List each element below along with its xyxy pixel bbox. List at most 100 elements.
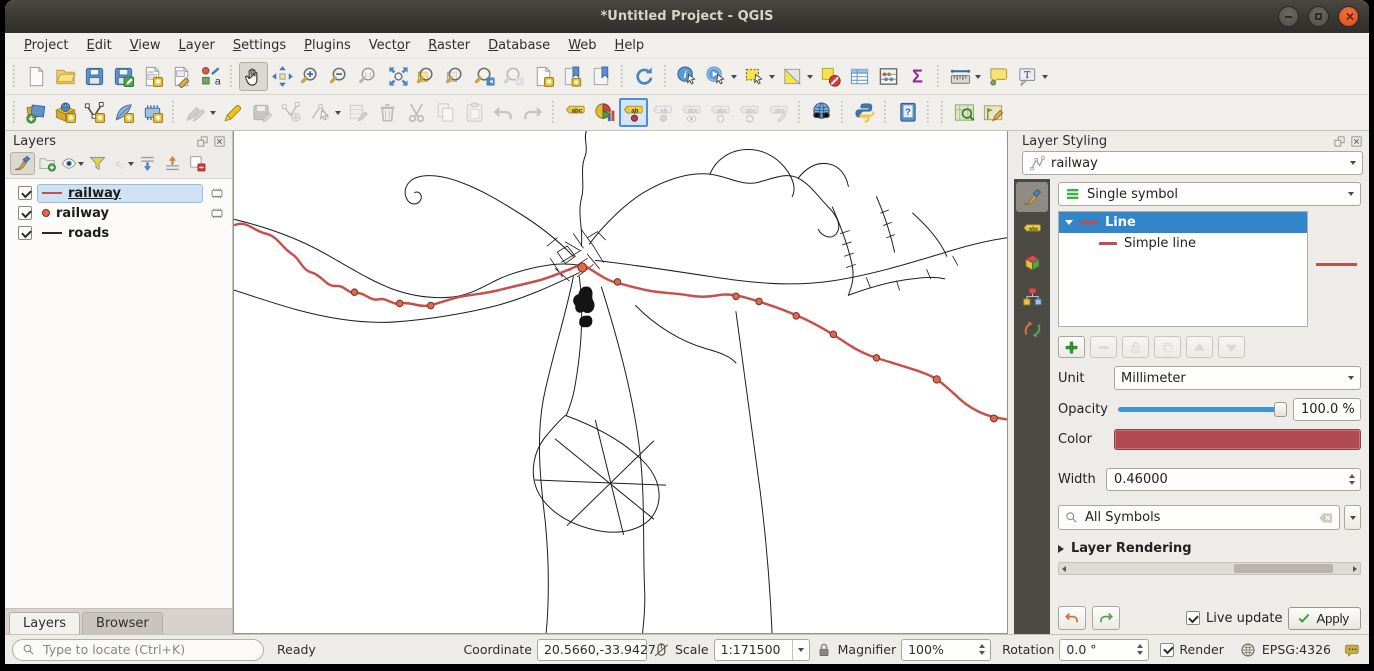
redo-button[interactable]	[518, 98, 547, 127]
save-layer-edits-button[interactable]	[248, 98, 277, 127]
layer-visibility-checkbox[interactable]	[18, 206, 32, 220]
zoom-to-layer-button[interactable]	[413, 62, 442, 91]
layer-labeling-options-button[interactable]: abc	[561, 98, 590, 127]
live-update-checkbox[interactable]	[1186, 611, 1200, 625]
toolbar-drag-handle[interactable]	[552, 101, 556, 125]
highlight-pinned-labels-button[interactable]: ab	[648, 98, 677, 127]
filter-by-expression-button[interactable]: ε	[110, 152, 135, 175]
horizontal-scrollbar[interactable]	[1058, 562, 1361, 575]
zoom-last-button[interactable]	[471, 62, 500, 91]
rotation-spinbox[interactable]: 0.0 °	[1059, 639, 1149, 661]
styling-float-button[interactable]	[1332, 135, 1346, 149]
chevron-down-icon[interactable]	[128, 162, 134, 166]
toggle-editing-button[interactable]	[219, 98, 248, 127]
locator-input[interactable]	[41, 641, 254, 658]
toolbar-drag-handle[interactable]	[841, 101, 845, 125]
menu-database[interactable]: Database	[479, 35, 559, 56]
chevron-down-icon[interactable]	[807, 75, 813, 79]
toolbar-drag-handle[interactable]	[13, 101, 17, 125]
toolbar-drag-handle[interactable]	[13, 65, 17, 89]
zoom-native-button[interactable]: 1:1	[355, 62, 384, 91]
new-virtual-layer-button[interactable]: ✱	[138, 98, 167, 127]
close-button[interactable]	[1338, 6, 1359, 27]
remove-symbol-layer-button[interactable]	[1090, 336, 1117, 358]
new-project-button[interactable]	[22, 62, 51, 91]
expand-arrow-icon[interactable]	[1065, 220, 1073, 225]
select-by-expression-button[interactable]	[778, 62, 807, 91]
deselect-all-button[interactable]	[816, 62, 845, 91]
menu-layer[interactable]: Layer	[170, 35, 224, 56]
osm-place-search-button[interactable]	[950, 98, 979, 127]
zoom-full-button[interactable]	[384, 62, 413, 91]
symbol-tree-item-simple-line[interactable]: Simple line	[1059, 233, 1307, 254]
title-bar[interactable]: *Untitled Project - QGIS	[5, 0, 1369, 33]
scale-combo[interactable]: 1:171500	[714, 639, 810, 661]
move-up-symbol-layer-button[interactable]	[1186, 336, 1213, 358]
move-label-button[interactable]: abc	[706, 98, 735, 127]
pin-unpin-labels-button[interactable]: ab	[619, 98, 648, 127]
color-button[interactable]	[1114, 429, 1361, 450]
tab-diagrams[interactable]	[1016, 281, 1048, 311]
help-contents-button[interactable]: ?	[893, 98, 922, 127]
spinner-arrows[interactable]	[1133, 644, 1146, 655]
chevron-down-icon[interactable]	[78, 162, 84, 166]
chevron-down-icon[interactable]	[335, 111, 341, 115]
layer-rendering-section[interactable]: Layer Rendering	[1058, 541, 1361, 556]
layer-visibility-checkbox[interactable]	[18, 186, 32, 200]
zoom-to-selection-button[interactable]	[442, 62, 471, 91]
statistical-summary-button[interactable]: Σ	[903, 62, 932, 91]
show-bookmark-manager-button[interactable]	[587, 62, 616, 91]
width-spinbox[interactable]: 0.46000	[1106, 468, 1361, 491]
new-spatialite-layer-button[interactable]: ✱	[109, 98, 138, 127]
opacity-slider[interactable]	[1118, 407, 1285, 412]
layer-visibility-checkbox[interactable]	[18, 226, 32, 240]
add-group-button[interactable]	[35, 152, 60, 175]
styling-close-button[interactable]	[1349, 135, 1363, 149]
tab-browser[interactable]: Browser	[82, 612, 163, 634]
data-source-manager-button[interactable]	[22, 98, 51, 127]
tab-symbology[interactable]	[1016, 182, 1048, 212]
render-checkbox[interactable]	[1160, 643, 1174, 657]
menu-edit[interactable]: Edit	[78, 35, 121, 56]
measure-button[interactable]	[946, 62, 975, 91]
current-edits-button[interactable]	[181, 98, 210, 127]
zoom-next-button[interactable]	[500, 62, 529, 91]
show-hide-labels-button[interactable]: abc	[677, 98, 706, 127]
paste-features-button[interactable]	[460, 98, 489, 127]
expand-all-button[interactable]	[135, 152, 160, 175]
opacity-spinbox[interactable]: 100.0 %	[1293, 398, 1361, 421]
delete-selected-button[interactable]	[373, 98, 402, 127]
menu-web[interactable]: Web	[559, 35, 605, 56]
locator-search[interactable]	[12, 639, 264, 661]
manage-map-themes-button[interactable]	[60, 152, 85, 175]
map-tips-button[interactable]	[984, 62, 1013, 91]
new-shapefile-layer-button[interactable]: ✱	[80, 98, 109, 127]
menu-view[interactable]: View	[121, 35, 170, 56]
unit-combo[interactable]: Millimeter	[1114, 366, 1361, 390]
crs-globe-icon[interactable]	[1239, 641, 1257, 659]
menu-settings[interactable]: Settings	[224, 35, 295, 56]
style-manager-button[interactable]: a	[196, 62, 225, 91]
change-label-button[interactable]: abc	[764, 98, 793, 127]
clear-icon[interactable]	[1318, 510, 1334, 526]
zoom-in-button[interactable]	[297, 62, 326, 91]
maximize-button[interactable]	[1308, 6, 1329, 27]
slider-handle[interactable]	[1274, 402, 1287, 417]
open-project-button[interactable]	[51, 62, 80, 91]
show-layout-manager-button[interactable]	[167, 62, 196, 91]
toolbar-drag-handle[interactable]	[664, 65, 668, 89]
lock-symbol-layer-button[interactable]	[1122, 336, 1149, 358]
toolbar-drag-handle[interactable]	[884, 101, 888, 125]
run-feature-action-button[interactable]	[702, 62, 731, 91]
tab-labels[interactable]: abc	[1016, 215, 1048, 245]
save-project-as-button[interactable]	[109, 62, 138, 91]
layer-item-railway-point[interactable]: railway	[5, 203, 232, 223]
toolbar-drag-handle[interactable]	[927, 101, 931, 125]
zoom-out-button[interactable]	[326, 62, 355, 91]
lock-scale-icon[interactable]	[815, 641, 833, 659]
magnifier-spinbox[interactable]: 100%	[901, 639, 991, 661]
scrollbar-thumb[interactable]	[1234, 564, 1333, 573]
toolbar-drag-handle[interactable]	[798, 101, 802, 125]
coordinate-box[interactable]: 20.5660,-33.9427	[537, 639, 647, 661]
vertex-tool-button[interactable]	[306, 98, 335, 127]
